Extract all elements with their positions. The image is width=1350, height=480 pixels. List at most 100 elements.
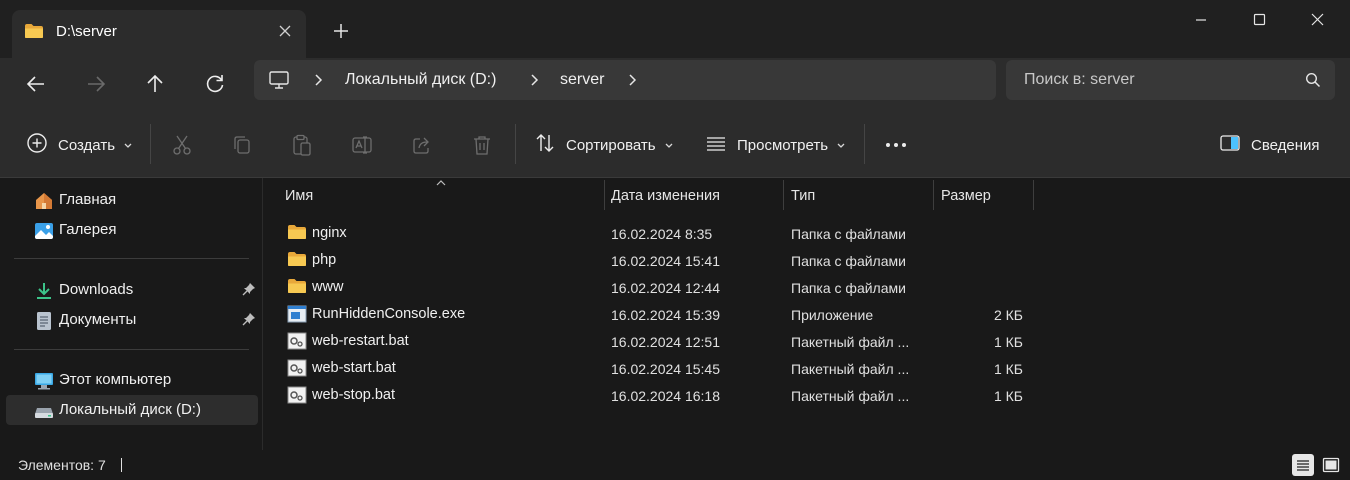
sort-icon — [534, 132, 556, 158]
details-view-icon[interactable] — [1292, 454, 1314, 476]
file-list: Имя Дата изменения Тип Размер nginx 16.0… — [263, 178, 1350, 450]
table-row[interactable]: RunHiddenConsole.exe 16.02.2024 15:39 Пр… — [277, 301, 1037, 328]
divider — [14, 349, 249, 350]
file-name: php — [312, 252, 337, 268]
file-type: Пакетный файл ... — [791, 388, 910, 404]
cut-icon[interactable] — [171, 134, 193, 156]
chevron-right-icon[interactable] — [528, 72, 540, 88]
window-close-icon[interactable] — [1288, 0, 1346, 40]
table-row[interactable]: web-restart.bat 16.02.2024 12:51 Пакетны… — [277, 328, 1037, 355]
sidebar-item-label: Downloads — [59, 281, 134, 298]
refresh-icon[interactable] — [199, 68, 231, 100]
minimize-icon[interactable] — [1172, 0, 1230, 40]
details-pane-button[interactable]: Сведения — [1219, 132, 1320, 158]
separator — [515, 124, 516, 164]
computer-icon — [34, 371, 54, 395]
folder-icon — [287, 224, 307, 244]
up-arrow-icon[interactable] — [139, 68, 171, 100]
status-bar: Элементов: 7 — [0, 450, 1350, 480]
view-button[interactable]: Просмотреть — [705, 132, 846, 158]
batch-file-icon — [287, 332, 307, 354]
separator — [864, 124, 865, 164]
new-label: Создать — [58, 136, 116, 154]
file-name: RunHiddenConsole.exe — [312, 306, 466, 322]
column-header-date[interactable]: Дата изменения — [605, 178, 783, 212]
column-resize-handle[interactable] — [1033, 180, 1034, 210]
address-bar[interactable]: Локальный диск (D:) server — [254, 60, 996, 100]
rename-icon[interactable] — [351, 134, 373, 156]
sidebar-item-label: Документы — [59, 311, 137, 328]
tab-server[interactable]: D:\server — [12, 10, 306, 58]
details-pane-icon — [1219, 132, 1241, 158]
chevron-down-icon — [836, 137, 846, 154]
tab-title: D:\server — [56, 23, 117, 40]
sidebar-item-this-pc[interactable]: Этот компьютер — [6, 365, 258, 395]
file-date: 16.02.2024 8:35 — [611, 226, 713, 242]
command-bar: Создать Сортировать Просмотреть Сведения — [0, 110, 1350, 178]
table-row[interactable]: www 16.02.2024 12:44 Папка с файлами — [277, 274, 1037, 301]
column-header-type[interactable]: Тип — [784, 178, 933, 212]
sidebar-item-label: Главная — [59, 191, 117, 208]
column-header-size[interactable]: Размер — [934, 178, 1033, 212]
home-icon — [34, 191, 54, 215]
file-type: Приложение — [791, 307, 874, 323]
chevron-down-icon — [664, 137, 674, 154]
chevron-right-icon[interactable] — [626, 72, 638, 88]
table-row[interactable]: php 16.02.2024 15:41 Папка с файлами — [277, 247, 1037, 274]
file-size: 1 КБ — [993, 334, 1023, 350]
sort-label: Сортировать — [566, 136, 656, 154]
table-row[interactable]: web-stop.bat 16.02.2024 16:18 Пакетный ф… — [277, 382, 1037, 409]
chevron-right-icon[interactable] — [312, 72, 324, 88]
copy-icon[interactable] — [231, 134, 253, 156]
column-header-label: Имя — [285, 188, 314, 204]
sidebar-item-documents[interactable]: Документы — [6, 305, 258, 335]
search-icon[interactable] — [1305, 72, 1321, 92]
sidebar-item-label: Этот компьютер — [59, 371, 172, 388]
drive-icon — [34, 401, 54, 425]
file-date: 16.02.2024 15:45 — [611, 361, 720, 377]
view-lines-icon — [705, 132, 727, 158]
sidebar-item-label: Галерея — [59, 221, 117, 238]
file-name: www — [312, 279, 344, 295]
column-header-label: Тип — [791, 188, 816, 204]
sidebar-item-gallery[interactable]: Галерея — [6, 215, 258, 245]
pin-icon[interactable] — [242, 312, 256, 330]
breadcrumb-drive[interactable]: Локальный диск (D:) — [345, 71, 496, 89]
details-label: Сведения — [1251, 136, 1320, 154]
maximize-icon[interactable] — [1230, 0, 1288, 40]
pin-icon[interactable] — [242, 282, 256, 300]
share-icon[interactable] — [411, 134, 433, 156]
plus-circle-icon — [26, 132, 48, 158]
back-arrow-icon[interactable] — [20, 68, 52, 100]
column-header-label: Размер — [941, 188, 991, 204]
sidebar-item-home[interactable]: Главная — [6, 185, 258, 215]
item-count: Элементов: 7 — [18, 457, 106, 473]
paste-icon[interactable] — [291, 134, 313, 156]
navigation-pane: Главная Галерея Downloads Документы Этот… — [0, 178, 262, 450]
sidebar-item-downloads[interactable]: Downloads — [6, 275, 258, 305]
documents-icon — [34, 311, 54, 335]
file-size: 2 КБ — [993, 307, 1023, 323]
view-label: Просмотреть — [737, 136, 829, 154]
close-icon[interactable] — [276, 22, 294, 40]
status-separator — [121, 458, 122, 472]
file-name: nginx — [312, 225, 347, 241]
new-button[interactable]: Создать — [26, 132, 133, 158]
forward-arrow-icon[interactable] — [80, 68, 112, 100]
sort-button[interactable]: Сортировать — [534, 132, 674, 158]
title-bar: D:\server — [0, 0, 1350, 58]
delete-icon[interactable] — [471, 134, 493, 156]
sidebar-item-local-disk[interactable]: Локальный диск (D:) — [6, 395, 258, 425]
search-input[interactable] — [1006, 60, 1296, 100]
divider — [14, 258, 249, 259]
table-row[interactable]: nginx 16.02.2024 8:35 Папка с файлами — [277, 220, 1037, 247]
breadcrumb-server[interactable]: server — [560, 71, 604, 89]
file-name: web-stop.bat — [312, 387, 396, 403]
more-icon[interactable] — [884, 134, 906, 156]
file-type: Папка с файлами — [791, 280, 906, 296]
table-row[interactable]: web-start.bat 16.02.2024 15:45 Пакетный … — [277, 355, 1037, 382]
plus-icon[interactable] — [330, 20, 352, 42]
tiles-view-icon[interactable] — [1320, 454, 1342, 476]
column-header-name[interactable]: Имя — [277, 178, 603, 212]
file-type: Пакетный файл ... — [791, 334, 910, 350]
